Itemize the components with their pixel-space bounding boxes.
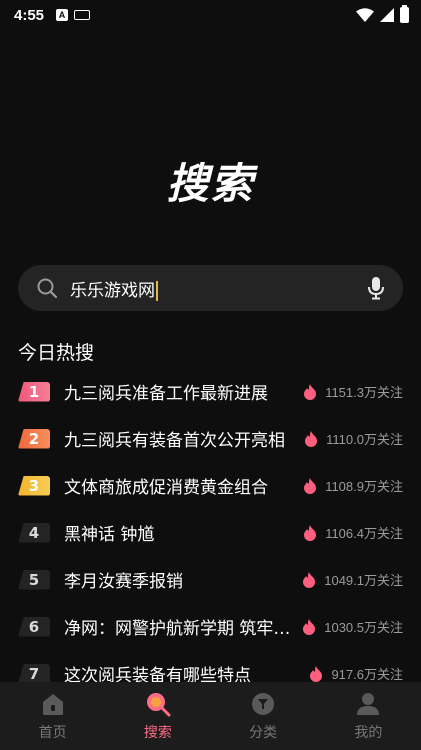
search-input[interactable]: 乐乐游戏网 xyxy=(70,276,367,301)
follow-count: 1106.4万关注 xyxy=(325,526,403,541)
rank-badge: 4 xyxy=(18,522,50,543)
hot-item-2[interactable]: 2 九三阅兵有装备首次公开亮相 1110.0万关注 xyxy=(0,415,421,462)
flame-icon xyxy=(310,665,323,682)
nav-category-label: 分类 xyxy=(249,725,278,741)
follow-count: 1030.5万关注 xyxy=(324,620,403,635)
status-time: 4:55 xyxy=(14,6,45,24)
hot-item-1[interactable]: 1 九三阅兵准备工作最新进展 1151.3万关注 xyxy=(0,368,421,415)
search-input-value: 乐乐游戏网 xyxy=(70,280,155,301)
hot-title: 九三阅兵准备工作最新进展 xyxy=(64,384,268,404)
cellular-icon xyxy=(380,8,394,22)
microphone-icon[interactable] xyxy=(367,276,385,300)
notification-icons: A xyxy=(56,9,91,21)
search-nav-icon xyxy=(146,693,171,717)
user-icon xyxy=(357,693,380,715)
nav-mine[interactable]: 我的 xyxy=(316,682,421,750)
nav-home[interactable]: 首页 xyxy=(0,682,105,750)
text-caret xyxy=(156,280,158,301)
hot-item-5[interactable]: 5 李月汝赛季报销 1049.1万关注 xyxy=(0,556,421,603)
flame-icon xyxy=(304,477,317,494)
hot-item-3[interactable]: 3 文体商旅成促消费黄金组合 1108.9万关注 xyxy=(0,462,421,509)
follow-count: 1151.3万关注 xyxy=(325,385,403,400)
flame-icon xyxy=(303,618,316,635)
search-icon xyxy=(37,278,58,299)
battery-icon xyxy=(400,5,409,23)
rank-badge: 3 xyxy=(18,475,50,496)
flame-icon xyxy=(304,524,317,541)
category-icon xyxy=(252,693,275,715)
hot-section-title: 今日热搜 xyxy=(18,342,95,364)
rank-badge: 6 xyxy=(18,616,50,637)
flame-icon xyxy=(303,571,316,588)
flame-icon xyxy=(305,430,318,447)
nav-mine-label: 我的 xyxy=(354,725,383,741)
rank-badge: 5 xyxy=(18,569,50,590)
nav-category[interactable]: 分类 xyxy=(211,682,316,750)
bottom-nav: 首页 搜索 分类 我的 xyxy=(0,682,421,750)
follow-count: 1108.9万关注 xyxy=(325,479,403,494)
status-bar: 4:55 A xyxy=(0,0,421,30)
search-bar[interactable]: 乐乐游戏网 xyxy=(18,265,403,311)
notification-a-icon: A xyxy=(56,9,69,21)
hot-item-6[interactable]: 6 净网：网警护航新学期 筑牢防线 1030.5万关注 xyxy=(0,603,421,650)
follow-count: 1110.0万关注 xyxy=(326,432,403,447)
status-right xyxy=(356,5,409,23)
keyboard-icon xyxy=(74,10,91,20)
nav-search[interactable]: 搜索 xyxy=(105,682,210,750)
rank-badge: 7 xyxy=(18,663,50,684)
hot-item-4[interactable]: 4 黑神话 钟馗 1106.4万关注 xyxy=(0,509,421,556)
page-title: 搜索 xyxy=(166,159,255,208)
hot-title: 净网：网警护航新学期 筑牢防线 xyxy=(64,619,293,639)
flame-icon xyxy=(304,383,317,400)
rank-badge: 1 xyxy=(18,381,50,402)
follow-count: 1049.1万关注 xyxy=(324,573,403,588)
hot-list: 1 九三阅兵准备工作最新进展 1151.3万关注 2 九三阅兵有装备首次公开亮相… xyxy=(0,368,421,697)
home-icon xyxy=(42,694,63,715)
rank-badge: 2 xyxy=(18,428,50,449)
hot-title: 文体商旅成促消费黄金组合 xyxy=(64,478,268,498)
hot-title: 李月汝赛季报销 xyxy=(64,572,183,592)
nav-search-label: 搜索 xyxy=(143,725,172,741)
wifi-icon xyxy=(356,8,374,22)
nav-home-label: 首页 xyxy=(38,725,67,741)
hot-title: 九三阅兵有装备首次公开亮相 xyxy=(64,431,285,451)
follow-count: 917.6万关注 xyxy=(331,667,403,682)
hot-title: 黑神话 钟馗 xyxy=(64,525,155,545)
